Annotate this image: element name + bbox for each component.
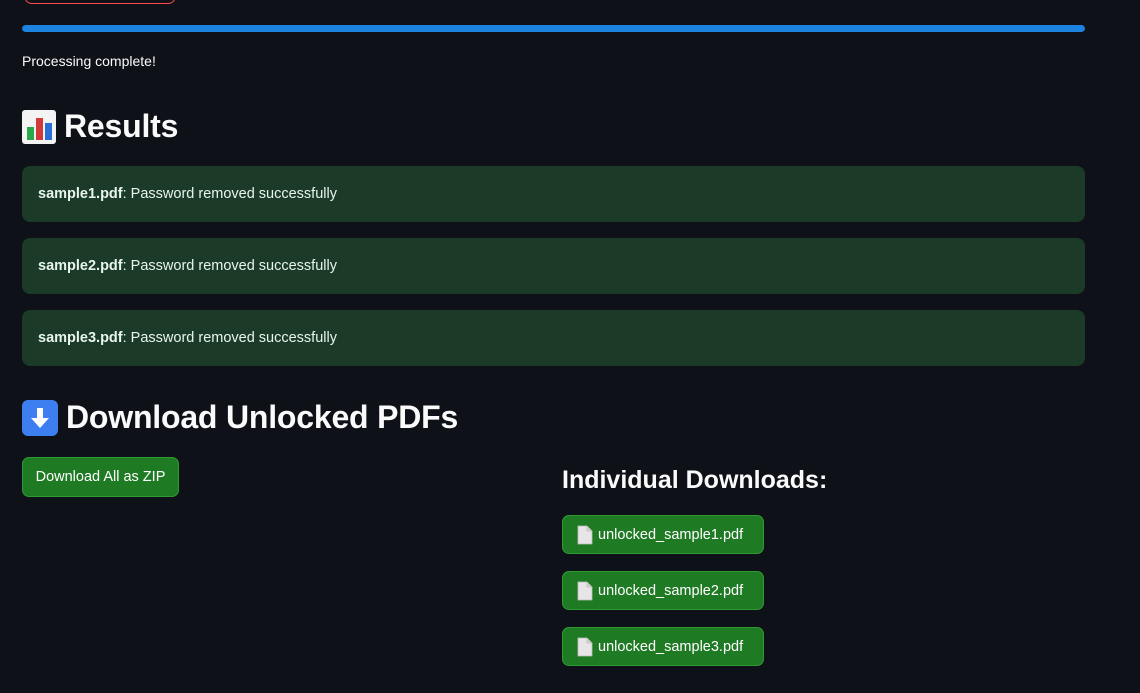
result-message: : Password removed successfully <box>122 186 337 202</box>
download-zip-label: Download All as ZIP <box>35 469 166 485</box>
progress-bar <box>22 25 1085 32</box>
results-heading: Results <box>22 108 178 145</box>
download-zip-button[interactable]: Download All as ZIP <box>22 457 179 497</box>
result-message: : Password removed successfully <box>122 330 337 346</box>
download-file-button[interactable]: unlocked_sample1.pdf <box>562 515 764 554</box>
result-filename: sample1.pdf <box>38 186 123 202</box>
down-arrow-icon <box>22 399 58 436</box>
progress-bar-fill <box>22 25 1085 32</box>
download-file-label: unlocked_sample3.pdf <box>598 638 744 655</box>
individual-downloads-heading: Individual Downloads: <box>562 466 828 494</box>
app-page: Processing complete! Results sample1.pdf… <box>0 0 1140 693</box>
previous-button-partial[interactable] <box>24 0 176 4</box>
download-file-button[interactable]: unlocked_sample2.pdf <box>562 571 764 610</box>
status-message: Processing complete! <box>22 53 156 69</box>
result-success-box: sample2.pdf: Password removed successful… <box>22 238 1085 294</box>
bar-chart-icon <box>22 109 56 144</box>
download-heading: Download Unlocked PDFs <box>22 399 458 436</box>
download-file-label: unlocked_sample1.pdf <box>598 526 744 543</box>
page-icon <box>577 637 593 656</box>
result-success-box: sample1.pdf: Password removed successful… <box>22 166 1085 222</box>
result-message: : Password removed successfully <box>122 258 337 274</box>
page-icon <box>577 525 593 544</box>
download-file-label: unlocked_sample2.pdf <box>598 582 744 599</box>
results-title: Results <box>64 108 179 144</box>
download-file-button[interactable]: unlocked_sample3.pdf <box>562 627 764 666</box>
result-success-box: sample3.pdf: Password removed successful… <box>22 310 1085 366</box>
page-icon <box>577 581 593 600</box>
result-filename: sample3.pdf <box>38 330 123 346</box>
download-title: Download Unlocked PDFs <box>66 399 459 435</box>
result-filename: sample2.pdf <box>38 258 123 274</box>
